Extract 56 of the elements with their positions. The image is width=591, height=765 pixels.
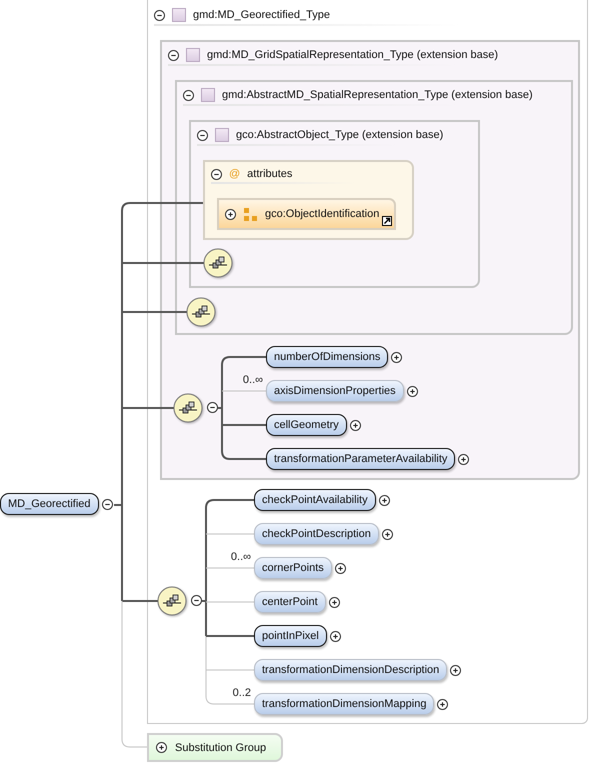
type-icon	[186, 48, 200, 62]
plus-icon	[350, 420, 360, 430]
plus-icon	[336, 564, 345, 572]
shortcut-arrow-icon	[382, 216, 392, 226]
type-name: gmd:AbstractMD_SpatialRepresentation_Type (extension base)	[222, 89, 533, 101]
sequence-icon	[173, 393, 203, 423]
type-icon	[215, 128, 229, 142]
element-node[interactable]: transformationDimensionDescription	[254, 659, 448, 681]
collapse-button[interactable]	[168, 50, 179, 60]
element-node[interactable]: axisDimensionProperties	[266, 380, 404, 402]
root-element-node[interactable]: MD_Georectified	[0, 493, 99, 515]
collapse-button[interactable]	[197, 130, 208, 140]
at-sign-icon: @	[229, 168, 240, 180]
cardinality-label: 0..∞	[230, 551, 251, 563]
attribute-name: gco:ObjectIdentification	[265, 208, 380, 220]
element-node[interactable]: numberOfDimensions	[266, 346, 388, 368]
cardinality-label: 0..∞	[242, 374, 263, 386]
plus-icon	[451, 666, 460, 674]
type-icon	[172, 8, 186, 22]
element-node[interactable]: checkPointAvailability	[254, 489, 376, 511]
element-node[interactable]: cellGeometry	[266, 414, 347, 436]
plus-icon	[380, 496, 389, 504]
plus-icon	[226, 210, 235, 218]
element-node[interactable]: cornerPoints	[254, 557, 332, 579]
expand-button[interactable]	[225, 208, 236, 220]
cardinality-label: 0..2	[232, 687, 251, 699]
attribute-icon	[244, 208, 257, 220]
collapse-button[interactable]	[102, 498, 113, 510]
sequence-icon	[186, 297, 216, 327]
attributes-label: attributes	[247, 168, 292, 180]
element-node[interactable]: transformationDimensionMapping	[254, 693, 434, 715]
plus-icon	[392, 352, 402, 362]
type-name: gco:AbstractObject_Type (extension base)	[236, 129, 444, 141]
collapse-button[interactable]	[154, 10, 165, 20]
substitution-group-node[interactable]: Substitution Group	[147, 733, 283, 762]
plus-icon	[438, 700, 448, 708]
element-node[interactable]: checkPointDescription	[254, 523, 379, 545]
sequence-icon	[203, 248, 233, 278]
plus-icon	[157, 743, 166, 752]
type-name: gmd:MD_Georectified_Type	[193, 9, 330, 21]
collapse-button[interactable]	[183, 90, 194, 100]
element-node[interactable]: transformationParameterAvailability	[266, 448, 456, 470]
plus-icon	[382, 530, 392, 538]
expand-button[interactable]	[156, 742, 167, 753]
type-name: gmd:MD_GridSpatialRepresentation_Type (extension base)	[207, 49, 498, 61]
type-icon	[201, 88, 215, 102]
plus-icon	[330, 598, 339, 606]
plus-icon	[330, 632, 340, 640]
element-node[interactable]: centerPoint	[254, 591, 326, 613]
element-node[interactable]: pointInPixel	[254, 625, 327, 647]
substitution-group-label: Substitution Group	[175, 742, 266, 754]
plus-icon	[459, 454, 468, 464]
plus-icon	[408, 386, 417, 396]
sequence-icon	[157, 586, 187, 616]
attribute-node[interactable]: gco:ObjectIdentification	[217, 198, 396, 230]
collapse-button[interactable]	[211, 168, 222, 180]
